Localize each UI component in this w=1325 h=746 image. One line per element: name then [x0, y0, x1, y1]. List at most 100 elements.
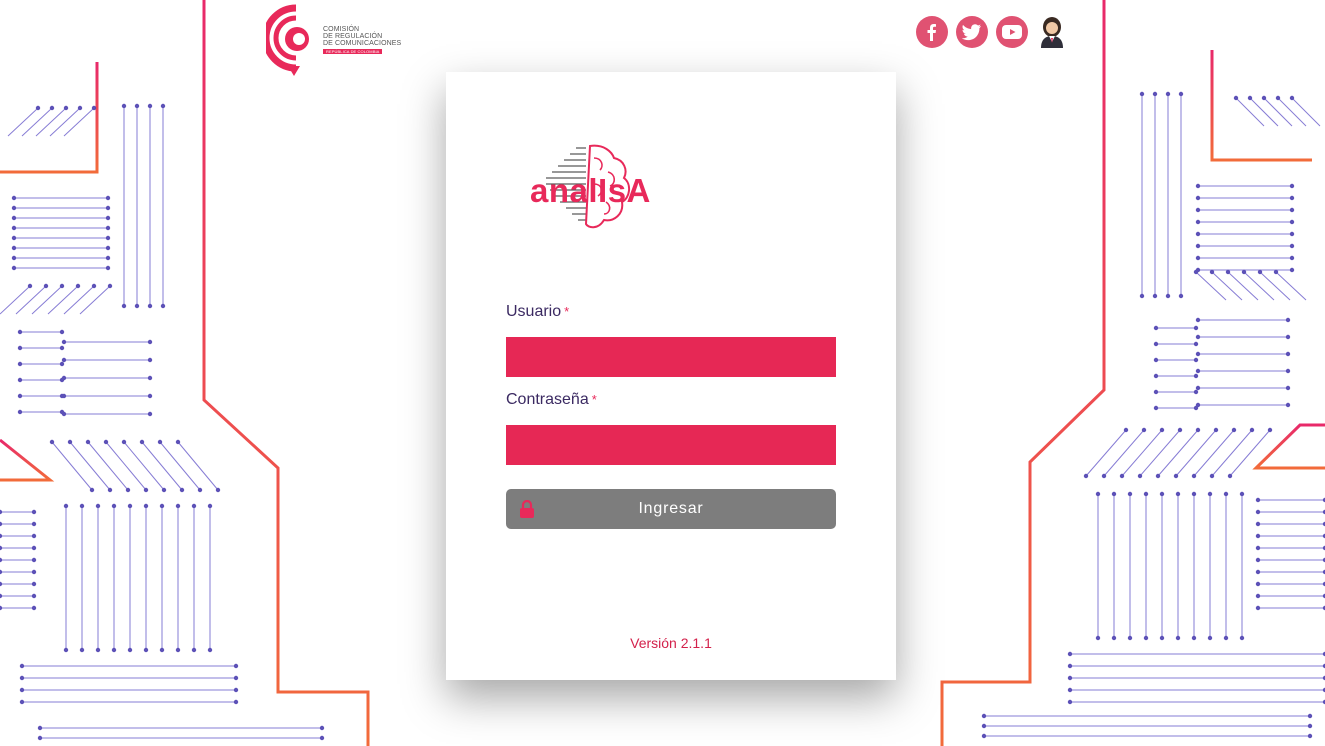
circuit-node [19, 675, 25, 681]
circuit-node [35, 105, 41, 111]
circuit-trace [15, 285, 47, 315]
facebook-icon [927, 24, 936, 41]
circuit-node [111, 647, 117, 653]
circuit-node [1249, 427, 1255, 433]
circuit-node [37, 725, 43, 731]
circuit-node [143, 487, 149, 493]
circuit-node [0, 533, 3, 539]
circuit-node [1153, 405, 1159, 411]
circuit-node [1239, 635, 1245, 641]
circuit-node [1195, 351, 1201, 357]
circuit-node [179, 487, 185, 493]
circuit-node [159, 647, 165, 653]
circuit-trace [1211, 429, 1253, 477]
circuit-node [49, 105, 55, 111]
circuit-node [1193, 389, 1199, 395]
circuit-node [1153, 373, 1159, 379]
circuit-trace [1263, 97, 1293, 127]
circuit-node [1139, 293, 1145, 299]
circuit-node [1257, 269, 1263, 275]
password-required-marker: * [591, 392, 597, 407]
circuit-node [1153, 341, 1159, 347]
circuit-node [233, 699, 239, 705]
circuit-node [103, 439, 109, 445]
youtube-icon [1002, 25, 1022, 39]
circuit-trace [1085, 429, 1127, 477]
circuit-node [61, 393, 67, 399]
circuit-node [1207, 635, 1213, 641]
circuit-node [147, 339, 153, 345]
circuit-node [11, 215, 17, 221]
circuit-node [105, 195, 111, 201]
assistant-avatar-button[interactable] [1036, 16, 1068, 48]
circuit-node [319, 735, 325, 741]
circuit-node [1255, 569, 1261, 575]
circuit-node [1255, 557, 1261, 563]
circuit-node [63, 105, 69, 111]
circuit-trace [1291, 97, 1321, 127]
circuit-node [105, 245, 111, 251]
circuit-node [1241, 269, 1247, 275]
assistant-avatar-icon [1041, 17, 1063, 48]
circuit-node [1275, 95, 1281, 101]
circuit-node [1255, 533, 1261, 539]
circuit-node [61, 375, 67, 381]
circuit-node [1289, 231, 1295, 237]
circuit-node [0, 593, 3, 599]
circuit-node [59, 345, 65, 351]
circuit-node [1223, 635, 1229, 641]
circuit-node [139, 439, 145, 445]
facebook-button[interactable] [916, 16, 948, 48]
circuit-node [107, 283, 113, 289]
username-input[interactable] [506, 337, 836, 377]
circuit-node [160, 303, 166, 309]
circuit-node [215, 487, 221, 493]
circuit-node [207, 647, 213, 653]
circuit-node [147, 357, 153, 363]
circuit-node [79, 503, 85, 509]
circuit-node [85, 439, 91, 445]
circuit-node [79, 647, 85, 653]
circuit-node [1191, 491, 1197, 497]
circuit-trace [1227, 271, 1259, 301]
circuit-trace [1103, 429, 1145, 477]
circuit-node [1213, 427, 1219, 433]
circuit-node [127, 503, 133, 509]
twitter-button[interactable] [956, 16, 988, 48]
password-input[interactable] [506, 425, 836, 465]
password-label-text: Contraseña [506, 391, 589, 408]
circuit-node [1255, 593, 1261, 599]
circuit-node [0, 581, 3, 587]
circuit-node [981, 713, 987, 719]
crc-logo[interactable]: COMISIÓN DE REGULACIÓN DE COMUNICACIONES… [266, 4, 406, 76]
circuit-node [105, 235, 111, 241]
youtube-button[interactable] [996, 16, 1028, 48]
circuit-node [59, 329, 65, 335]
circuit-node [1153, 325, 1159, 331]
circuit-node [61, 411, 67, 417]
circuit-trace [177, 441, 219, 491]
circuit-node [1193, 325, 1199, 331]
circuit-trace [1175, 429, 1217, 477]
circuit-node [1285, 402, 1291, 408]
circuit-node [91, 283, 97, 289]
circuit-node [175, 503, 181, 509]
circuit-node [1165, 91, 1171, 97]
login-button[interactable]: Ingresar [506, 489, 836, 529]
circuit-trace [49, 107, 81, 137]
circuit-node [1209, 473, 1215, 479]
circuit-node [1193, 373, 1199, 379]
circuit-node [17, 393, 23, 399]
circuit-trace [63, 285, 95, 315]
username-label-text: Usuario [506, 303, 562, 320]
circuit-node [1153, 389, 1159, 395]
circuit-node [31, 581, 37, 587]
circuit-node [1233, 95, 1239, 101]
circuit-trace [0, 285, 31, 315]
circuit-node [1111, 635, 1117, 641]
circuit-node [1223, 491, 1229, 497]
circuit-node [175, 439, 181, 445]
circuit-node [157, 439, 163, 445]
circuit-node [89, 487, 95, 493]
circuit-node [1173, 473, 1179, 479]
